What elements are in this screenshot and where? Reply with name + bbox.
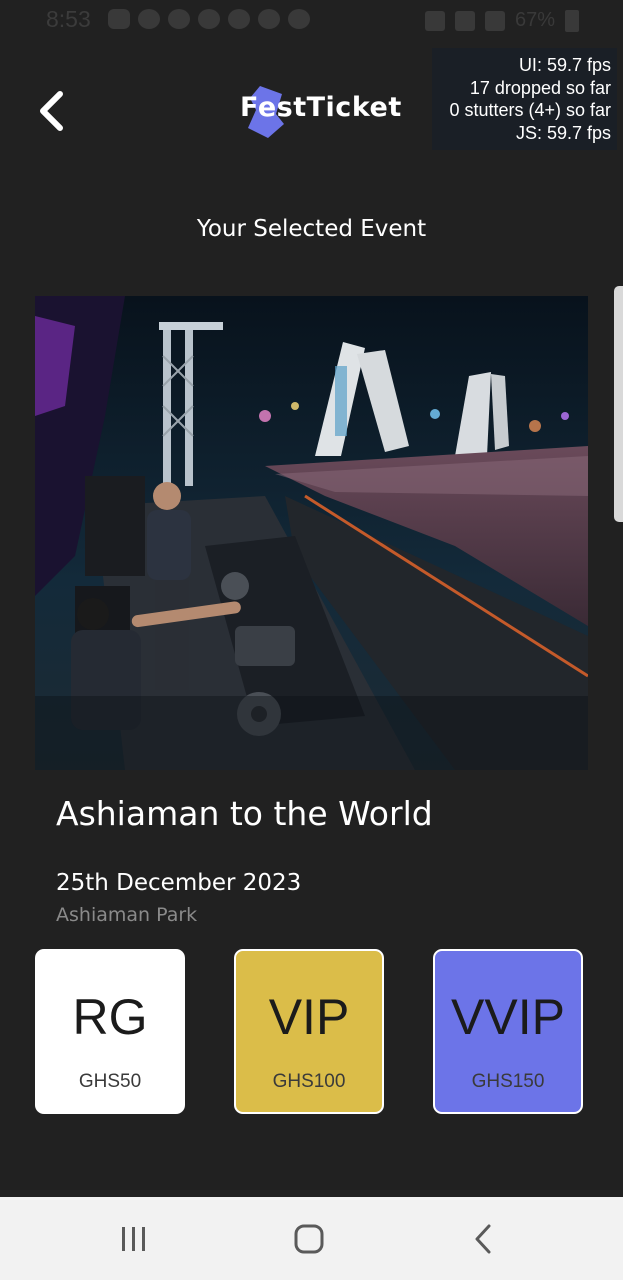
status-bar: 8:53 67%	[0, 0, 623, 44]
scrollbar-thumb[interactable]	[614, 286, 623, 522]
back-button[interactable]	[28, 82, 78, 142]
home-icon	[294, 1224, 324, 1254]
perf-stutters: 0 stutters (4+) so far	[449, 100, 611, 120]
ticket-option-vvip[interactable]: VVIP GHS150	[433, 949, 583, 1114]
game-icon	[198, 9, 220, 29]
perf-monitor: UI: 59.7 fps 17 dropped so far 0 stutter…	[432, 48, 617, 150]
ticket-name: VIP	[268, 989, 350, 1045]
app-logo: FestTicket	[238, 80, 401, 142]
ticket-name: RG	[72, 989, 148, 1045]
logo-text: FestTicket	[240, 92, 402, 123]
ticket-price: GHS100	[272, 1071, 346, 1092]
ticket-price: GHS50	[78, 1071, 142, 1092]
event-location: Ashiaman Park	[56, 904, 198, 926]
game-icon	[228, 9, 250, 29]
ticket-option-rg[interactable]: RG GHS50	[35, 949, 185, 1114]
festival-photo-illustration	[35, 296, 588, 770]
mute-icon	[424, 10, 445, 31]
status-time: 8:53	[46, 6, 91, 32]
ticket-name: VVIP	[451, 989, 565, 1045]
system-nav-bar	[0, 1197, 623, 1280]
signal-icon	[484, 10, 505, 31]
recents-icon	[122, 1227, 145, 1251]
home-button[interactable]	[287, 1217, 331, 1261]
ticket-option-vip[interactable]: VIP GHS100	[234, 949, 384, 1114]
wifi-icon	[454, 10, 475, 31]
chevron-left-icon	[40, 91, 63, 131]
perf-dropped: 17 dropped so far	[469, 77, 611, 98]
battery-percent: 67%	[514, 9, 555, 31]
event-image	[35, 296, 588, 770]
game-icon	[138, 9, 160, 29]
game-icon	[258, 9, 280, 29]
page-heading: Your Selected Event	[196, 216, 427, 242]
message-icon	[108, 9, 130, 29]
status-right: 67%	[424, 9, 579, 32]
perf-ui-fps: UI: 59.7 fps	[518, 55, 611, 75]
screen: 8:53 67% FestTicket UI: 59.7 fps 17 drop…	[0, 0, 623, 1280]
system-back-button[interactable]	[462, 1217, 506, 1261]
ticket-price: GHS150	[471, 1071, 545, 1092]
event-title: Ashiaman to the World	[56, 794, 433, 833]
notification-icons	[108, 9, 310, 29]
game-icon	[168, 9, 190, 29]
back-icon	[475, 1224, 491, 1254]
battery-icon	[565, 9, 579, 32]
event-date: 25th December 2023	[56, 870, 302, 896]
perf-js-fps: JS: 59.7 fps	[515, 122, 611, 143]
recents-button[interactable]	[112, 1217, 156, 1261]
whatsapp-icon	[288, 9, 310, 29]
